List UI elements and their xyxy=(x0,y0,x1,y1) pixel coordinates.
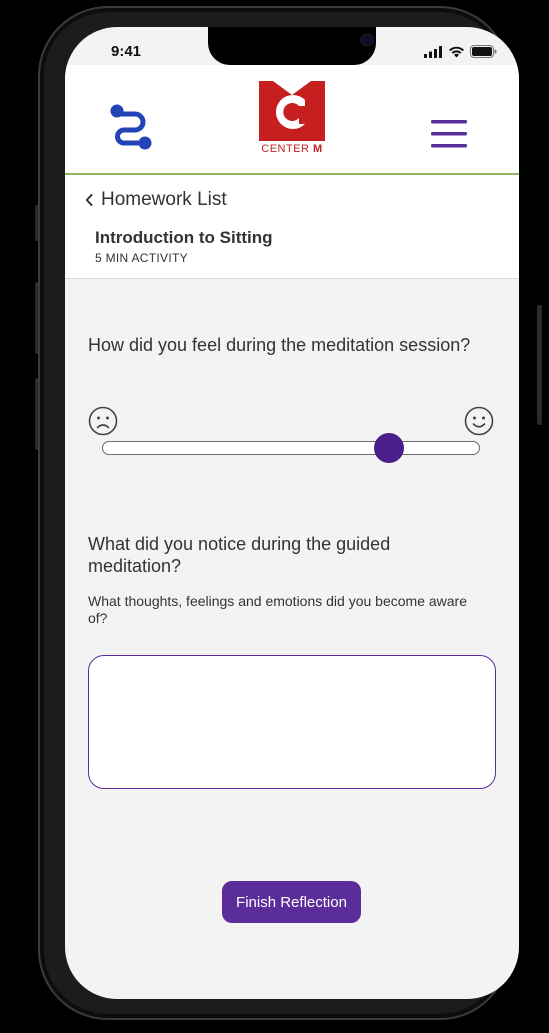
happy-face-icon xyxy=(464,406,494,436)
home-indicator-area xyxy=(65,963,519,999)
hamburger-menu-icon[interactable] xyxy=(431,119,467,149)
chevron-left-icon xyxy=(85,194,93,206)
feeling-slider-track[interactable] xyxy=(102,441,480,455)
app-header: CENTER M xyxy=(65,65,519,175)
feeling-slider-thumb[interactable] xyxy=(373,433,404,463)
back-link-label: Homework List xyxy=(101,189,227,210)
back-link[interactable]: Homework List xyxy=(85,189,227,211)
notice-question: What did you notice during the guided me… xyxy=(88,534,391,576)
logo-text-m: M xyxy=(313,143,323,155)
status-icons xyxy=(424,45,497,58)
reflection-answer-input[interactable] xyxy=(88,655,496,789)
logo-text-center: CENTER xyxy=(261,143,314,155)
center-m-logo-mark xyxy=(259,81,325,141)
app-screen: 9:41 CENTER M Homework List Introduction… xyxy=(65,27,519,999)
phone-side-button-power xyxy=(537,305,542,425)
feeling-question: How did you feel during the meditation s… xyxy=(88,335,471,355)
center-m-logo[interactable]: CENTER M xyxy=(259,81,325,163)
phone-mockup: 9:41 CENTER M Homework List Introduction… xyxy=(10,0,542,1033)
finish-reflection-button[interactable]: Finish Reflection xyxy=(222,881,361,923)
status-time: 9:41 xyxy=(111,43,142,60)
sad-face-icon xyxy=(88,406,118,436)
wifi-icon xyxy=(449,46,464,57)
front-camera-icon xyxy=(362,35,372,45)
activity-header: Homework List Introduction to Sitting 5 … xyxy=(65,175,519,279)
dynamic-island-notch xyxy=(208,27,376,65)
activity-title: Introduction to Sitting xyxy=(95,228,273,247)
center-m-logo-text: CENTER M xyxy=(259,143,325,155)
activity-duration: 5 MIN ACTIVITY xyxy=(95,251,188,265)
cellular-signal-icon xyxy=(424,45,442,58)
battery-icon xyxy=(470,45,497,58)
notice-hint: What thoughts, feelings and emotions did… xyxy=(88,593,468,626)
route-icon[interactable] xyxy=(108,103,154,151)
